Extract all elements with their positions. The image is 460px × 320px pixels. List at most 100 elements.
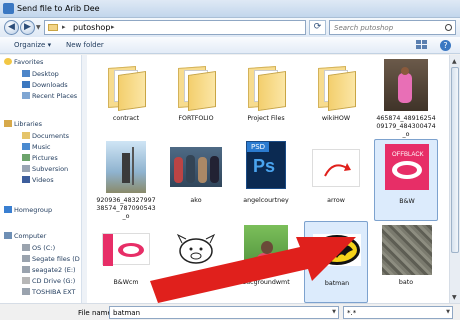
file-name: angelcourtney <box>243 197 289 204</box>
sidebar-item[interactable]: CD Drive (G:) <box>0 276 81 287</box>
sidebar-item[interactable]: seagate2 (E:) <box>0 265 81 276</box>
sidebar-item-label: Documents <box>32 132 70 140</box>
chevron-right-icon[interactable]: ▸ <box>111 23 115 31</box>
pictures-icon <box>22 154 30 161</box>
file-name: Project Files <box>247 115 285 122</box>
file-item[interactable]: FORTFOLIO <box>164 57 228 139</box>
scroll-up-icon[interactable]: ▲ <box>452 58 457 65</box>
sidebar-item[interactable]: Homegroup <box>0 205 81 216</box>
address-row: ◀ ▶ ▼ ▸ putoshop ▸ ⟳ Search putoshop <box>0 18 460 37</box>
new-folder-button[interactable]: New folder <box>66 41 104 49</box>
file-list-scrollbar[interactable]: ▲ ▼ <box>449 55 460 303</box>
file-name: FORTFOLIO <box>178 115 214 122</box>
scrollbar-thumb[interactable] <box>451 67 459 253</box>
chevron-down-icon[interactable]: ▼ <box>332 309 336 315</box>
sidebar-item[interactable]: Favorites <box>0 57 81 68</box>
sidebar-item[interactable]: Music <box>0 142 81 153</box>
sidebar-item-label: Music <box>32 143 51 151</box>
sidebar-item[interactable]: Recent Places <box>0 91 81 102</box>
organize-menu-button[interactable]: Organize ▾ <box>14 41 51 49</box>
help-icon[interactable]: ? <box>440 40 451 51</box>
file-item[interactable]: 920936_48327997 38574_787090543 _o <box>94 139 158 221</box>
chevron-down-icon[interactable]: ▼ <box>446 309 450 315</box>
sidebar-item-label: OS (C:) <box>32 244 56 252</box>
sidebar-item[interactable]: Pictures <box>0 153 81 164</box>
annotation-arrow <box>150 237 356 303</box>
window-title: Send file to Arib Dee <box>17 4 100 13</box>
sidebar-item-label: TOSHIBA EXT <box>32 288 76 296</box>
refresh-button[interactable]: ⟳ <box>309 20 326 35</box>
file-name: bato <box>398 279 414 286</box>
file-item[interactable]: bato <box>374 221 438 303</box>
drive-icon <box>22 244 30 251</box>
file-item[interactable]: arrow <box>304 139 368 221</box>
file-item[interactable]: PSD Ps angelcourtney <box>234 139 298 221</box>
file-thumbnail: OFFBLACK <box>381 142 433 194</box>
back-button[interactable]: ◀ <box>4 20 19 35</box>
star-icon <box>4 58 12 65</box>
file-item[interactable]: 465874_48916254 09179_484300474 _o <box>374 57 438 139</box>
navigation-pane: Favorites Desktop Downloads Recent Places Li… <box>0 55 82 303</box>
sidebar-item[interactable]: Subversion <box>0 164 81 175</box>
sidebar-item[interactable]: Computer <box>0 231 81 242</box>
videos-icon <box>22 176 30 183</box>
file-name: arrow <box>327 197 345 204</box>
sidebar-item[interactable]: Desktop <box>0 69 81 80</box>
folder-icon <box>310 59 362 111</box>
file-thumbnail <box>100 141 152 193</box>
breadcrumb-current[interactable]: putoshop <box>73 23 110 32</box>
file-item[interactable]: ako <box>164 139 228 221</box>
drive-icon <box>22 266 30 273</box>
sidebar-item-label: Subversion <box>32 165 69 173</box>
sidebar-item-label: CD Drive (G:) <box>32 277 76 285</box>
psd-badge: PSD <box>247 142 269 152</box>
file-thumbnail: PSD Ps <box>240 141 292 193</box>
sidebar-item-label: Desktop <box>32 70 59 78</box>
chevron-right-icon[interactable]: ▸ <box>62 23 66 31</box>
title-bar: Send file to Arib Dee <box>0 0 460 18</box>
sidebar-item-label: Homegroup <box>14 206 53 214</box>
change-view-icon[interactable] <box>416 40 430 51</box>
toolbar: Organize ▾ New folder ? <box>0 37 460 54</box>
sidebar-item[interactable]: OS (C:) <box>0 243 81 254</box>
sidebar-item[interactable]: Videos <box>0 175 81 186</box>
file-type-select[interactable]: *.* ▼ <box>343 306 453 319</box>
file-thumbnail <box>310 141 362 193</box>
downloads-icon <box>22 81 30 88</box>
sidebar-item[interactable]: Documents <box>0 131 81 142</box>
filename-input[interactable]: batman ▼ <box>109 306 339 319</box>
photoshop-glyph: Ps <box>253 156 276 176</box>
breadcrumb[interactable]: ▸ putoshop ▸ <box>44 20 306 35</box>
sidebar-item[interactable]: Segate files (D <box>0 254 81 265</box>
sidebar-item-label: Segate files (D <box>32 255 80 263</box>
file-name: 465874_48916254 09179_484300474 _o <box>376 115 436 138</box>
search-placeholder: Search putoshop <box>334 24 394 32</box>
search-input[interactable]: Search putoshop <box>329 20 456 35</box>
sidebar-item-label: Videos <box>32 176 54 184</box>
file-thumbnail <box>100 223 152 275</box>
homegroup-icon <box>4 206 12 213</box>
folder-icon <box>240 59 292 111</box>
scroll-down-icon[interactable]: ▼ <box>452 294 457 301</box>
sidebar-item[interactable]: Libraries <box>0 119 81 130</box>
music-icon <box>22 143 30 150</box>
recent-places-icon <box>22 92 30 99</box>
forward-button[interactable]: ▶ <box>20 20 35 35</box>
red-arrow-shape <box>150 237 356 303</box>
sidebar-item[interactable]: Downloads <box>0 80 81 91</box>
folder-icon <box>170 59 222 111</box>
file-name: wikiHOW <box>321 115 351 122</box>
file-item[interactable]: B&Wcm <box>94 221 158 303</box>
file-item[interactable]: contract <box>94 57 158 139</box>
documents-icon <box>22 132 30 139</box>
search-icon[interactable] <box>445 24 452 31</box>
drive-icon <box>22 255 30 262</box>
file-item[interactable]: OFFBLACK B&W <box>374 139 438 221</box>
sidebar-item[interactable]: TOSHIBA EXT <box>0 287 81 298</box>
filename-value: batman <box>113 309 141 317</box>
file-name: B&Wcm <box>113 279 139 286</box>
file-item[interactable]: Project Files <box>234 57 298 139</box>
recent-locations-dropdown-icon[interactable]: ▼ <box>36 24 41 31</box>
file-item[interactable]: wikiHOW <box>304 57 368 139</box>
file-thumbnail <box>170 141 222 193</box>
